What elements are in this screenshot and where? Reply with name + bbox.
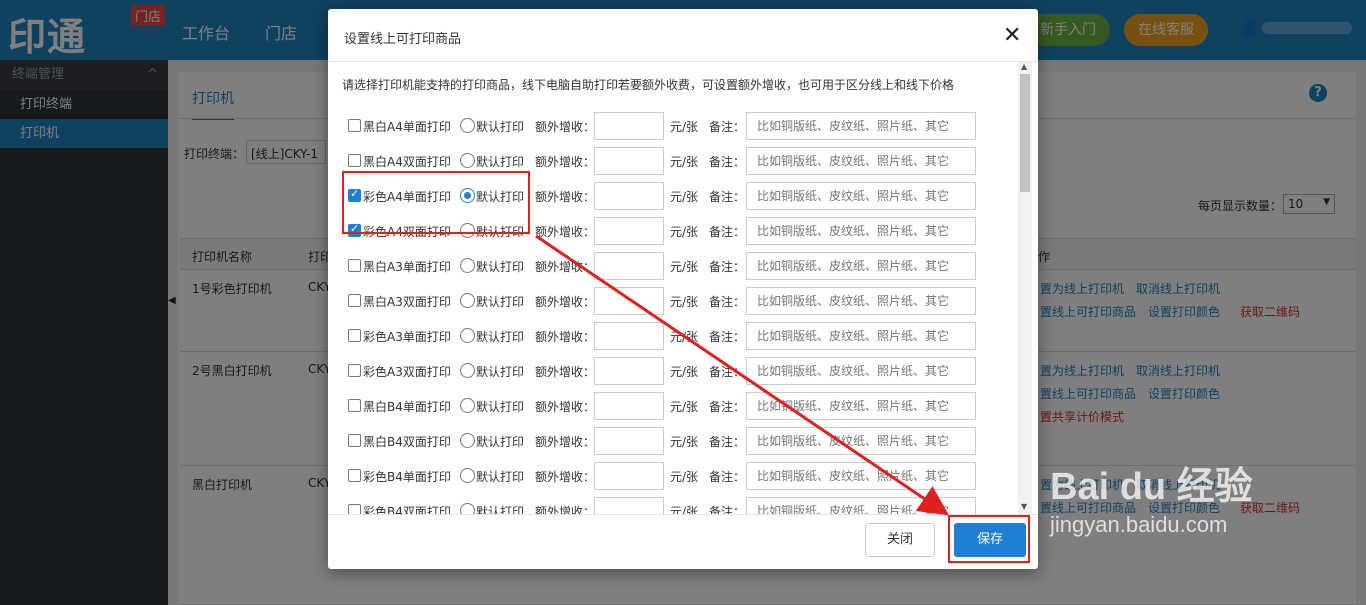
watermark-url: jingyan.baidu.com — [1050, 512, 1228, 537]
baidu-jingyan-watermark: Bai du 经验 jingyan.baidu.com — [1050, 455, 1253, 538]
watermark-logo: Bai du 经验 — [1050, 466, 1253, 508]
